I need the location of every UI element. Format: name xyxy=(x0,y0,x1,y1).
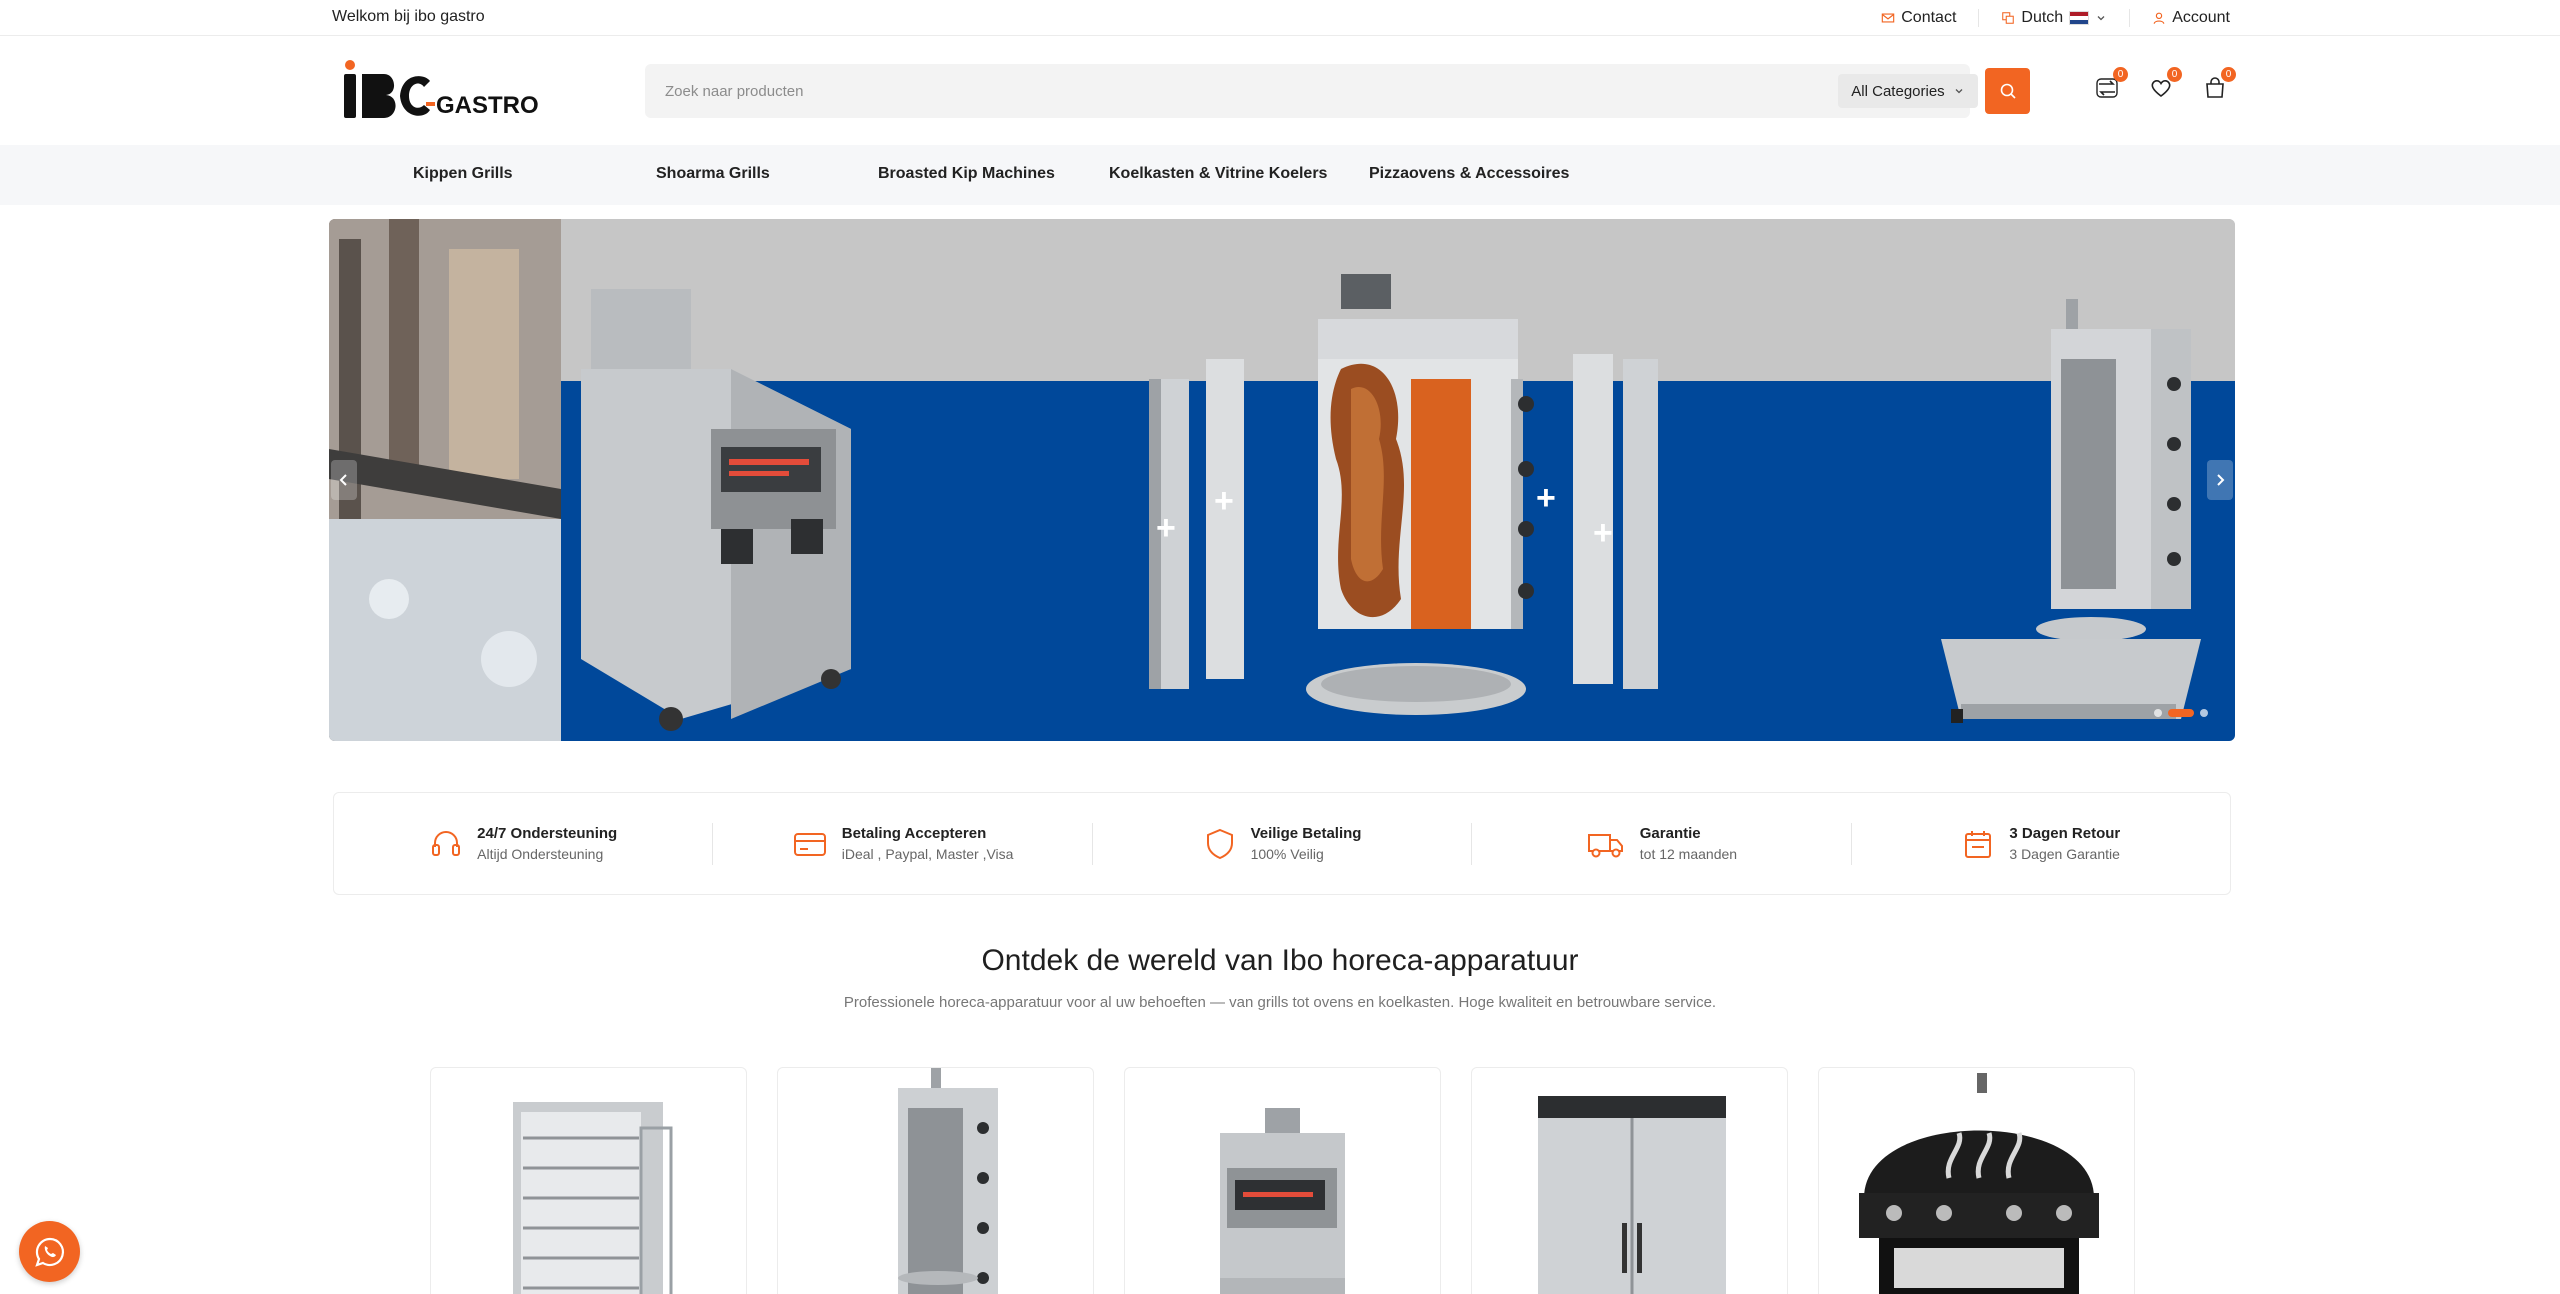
ibc-gastro-logo: GASTRO xyxy=(344,60,539,119)
nav-item-broasted-kip-machines[interactable]: Broasted Kip Machines xyxy=(878,165,1055,183)
chevron-right-icon xyxy=(2217,474,2225,486)
account-label: Account xyxy=(2172,9,2230,26)
shield-icon xyxy=(1206,828,1233,859)
feature-title: Garantie xyxy=(1639,825,1701,842)
slider-dot[interactable] xyxy=(2154,709,2162,717)
slider-dot[interactable] xyxy=(2200,709,2208,717)
whatsapp-icon xyxy=(34,1237,64,1267)
feature-warranty: Garantie tot 12 maanden xyxy=(1471,822,1850,865)
feature-subtitle: iDeal , Paypal, Master ,Visa xyxy=(841,846,1014,862)
feature-subtitle: tot 12 maanden xyxy=(1639,846,1738,862)
feature-returns: 3 Dagen Retour 3 Dagen Garantie xyxy=(1850,822,2230,865)
pizza-oven-image xyxy=(1859,1073,2099,1294)
chevron-down-icon xyxy=(2097,16,2105,21)
chevron-down-icon xyxy=(1955,89,1963,94)
chicken-grill-image xyxy=(513,1102,673,1294)
slider-next-button[interactable] xyxy=(2207,460,2233,500)
credit-card-icon xyxy=(793,832,826,856)
top-bar: Welkom bij ibo gastro Contact Dutch Acco… xyxy=(0,0,2560,36)
category-card-kippen-grills[interactable] xyxy=(430,1067,747,1294)
shoarma-grill-image xyxy=(898,1068,998,1294)
pressure-fryer-illustration xyxy=(581,289,851,731)
svg-text:+: + xyxy=(1536,479,1556,517)
feature-secure-payment: Veilige Betaling 100% Veilig xyxy=(1091,822,1471,865)
search-button[interactable] xyxy=(1985,68,2030,114)
language-selector[interactable]: Dutch xyxy=(1978,9,2107,27)
main-navigation: Kippen Grills Shoarma Grills Broasted Ki… xyxy=(0,145,2560,205)
compare-button[interactable]: 0 xyxy=(2092,67,2128,103)
category-select[interactable]: All Categories xyxy=(1838,74,1978,108)
category-card-pizzaovens[interactable] xyxy=(1818,1067,2135,1294)
kitchen-image xyxy=(329,219,561,741)
top-bar-links: Contact Dutch Account xyxy=(1859,0,2230,36)
wishlist-count-badge: 0 xyxy=(2167,67,2182,82)
hero-slider: + + + + xyxy=(329,219,2235,741)
features-bar: 24/7 Ondersteuning Altijd Ondersteuning B… xyxy=(333,792,2231,895)
slider-pagination xyxy=(2154,709,2208,717)
whatsapp-chat-button[interactable] xyxy=(19,1221,80,1282)
svg-text:+: + xyxy=(1593,514,1613,552)
svg-text:GASTRO: GASTRO xyxy=(436,92,539,119)
pressure-fryer-image xyxy=(1220,1108,1345,1294)
headset-icon xyxy=(432,830,461,856)
feature-title: 24/7 Ondersteuning xyxy=(477,825,618,842)
category-select-label: All Categories xyxy=(1851,82,1945,100)
site-header: GASTRO All Categories 0 0 0 xyxy=(0,37,2560,145)
netherlands-flag-icon xyxy=(2069,11,2090,25)
site-logo[interactable]: GASTRO xyxy=(338,57,548,123)
compare-count-badge: 0 xyxy=(2113,67,2128,82)
search-icon xyxy=(2000,83,2016,99)
translate-icon xyxy=(2002,12,2015,24)
feature-subtitle: Altijd Ondersteuning xyxy=(477,846,604,862)
truck-icon xyxy=(1587,833,1623,857)
nav-item-koelkasten[interactable]: Koelkasten & Vitrine Koelers xyxy=(1109,165,1327,183)
category-cards xyxy=(430,1067,2135,1294)
hero-previous-slide-image xyxy=(329,219,561,741)
cart-button[interactable]: 0 xyxy=(2200,67,2236,103)
calendar-icon xyxy=(1965,830,1992,858)
feature-subtitle: 3 Dagen Garantie xyxy=(2009,846,2120,862)
search-input[interactable] xyxy=(645,64,1825,118)
welcome-text: Welkom bij ibo gastro xyxy=(332,8,485,25)
header-actions: 0 0 0 xyxy=(2092,67,2236,103)
hero-active-slide[interactable]: + + + + xyxy=(561,219,2235,741)
svg-text:+: + xyxy=(1214,482,1234,520)
slider-dot-active[interactable] xyxy=(2168,709,2194,717)
svg-text:+: + xyxy=(1156,509,1176,547)
contact-label: Contact xyxy=(1901,9,1957,26)
account-link[interactable]: Account xyxy=(2129,9,2230,27)
feature-title: Veilige Betaling xyxy=(1250,825,1362,842)
wishlist-button[interactable]: 0 xyxy=(2146,67,2182,103)
slider-prev-button[interactable] xyxy=(331,460,357,500)
feature-support: 24/7 Ondersteuning Altijd Ondersteuning xyxy=(334,823,712,865)
shoarma-grill-illustration: + + + + xyxy=(1149,274,1658,715)
category-card-koelkasten[interactable] xyxy=(1471,1067,1788,1294)
contact-link[interactable]: Contact xyxy=(1859,9,1956,27)
category-card-broasted-kip-machines[interactable] xyxy=(1124,1067,1441,1294)
chevron-left-icon xyxy=(339,474,347,486)
nav-item-pizzaovens[interactable]: Pizzaovens & Accessoires xyxy=(1369,165,1569,183)
shoarma-grill-side-illustration xyxy=(1941,299,2201,723)
cart-count-badge: 0 xyxy=(2221,67,2236,82)
nav-item-kippen-grills[interactable]: Kippen Grills xyxy=(413,165,513,183)
language-label: Dutch xyxy=(2021,9,2064,26)
feature-subtitle: 100% Veilig xyxy=(1250,846,1324,862)
hero-products-image: + + + + xyxy=(581,274,2201,731)
mail-icon xyxy=(1881,13,1895,23)
nav-item-shoarma-grills[interactable]: Shoarma Grills xyxy=(656,165,770,183)
user-icon xyxy=(2153,12,2165,24)
refrigerator-image xyxy=(1538,1096,1726,1294)
search-bar: All Categories xyxy=(645,64,2030,118)
feature-title: Betaling Accepteren xyxy=(841,825,987,842)
feature-title: 3 Dagen Retour xyxy=(2009,825,2121,842)
category-card-shoarma-grills[interactable] xyxy=(777,1067,1094,1294)
section-title: Ontdek de wereld van Ibo horeca-apparatu… xyxy=(981,944,1579,977)
feature-payment: Betaling Accepteren iDeal , Paypal, Maste… xyxy=(712,822,1091,865)
section-subtitle: Professionele horeca-apparatuur voor al … xyxy=(843,994,1717,1011)
